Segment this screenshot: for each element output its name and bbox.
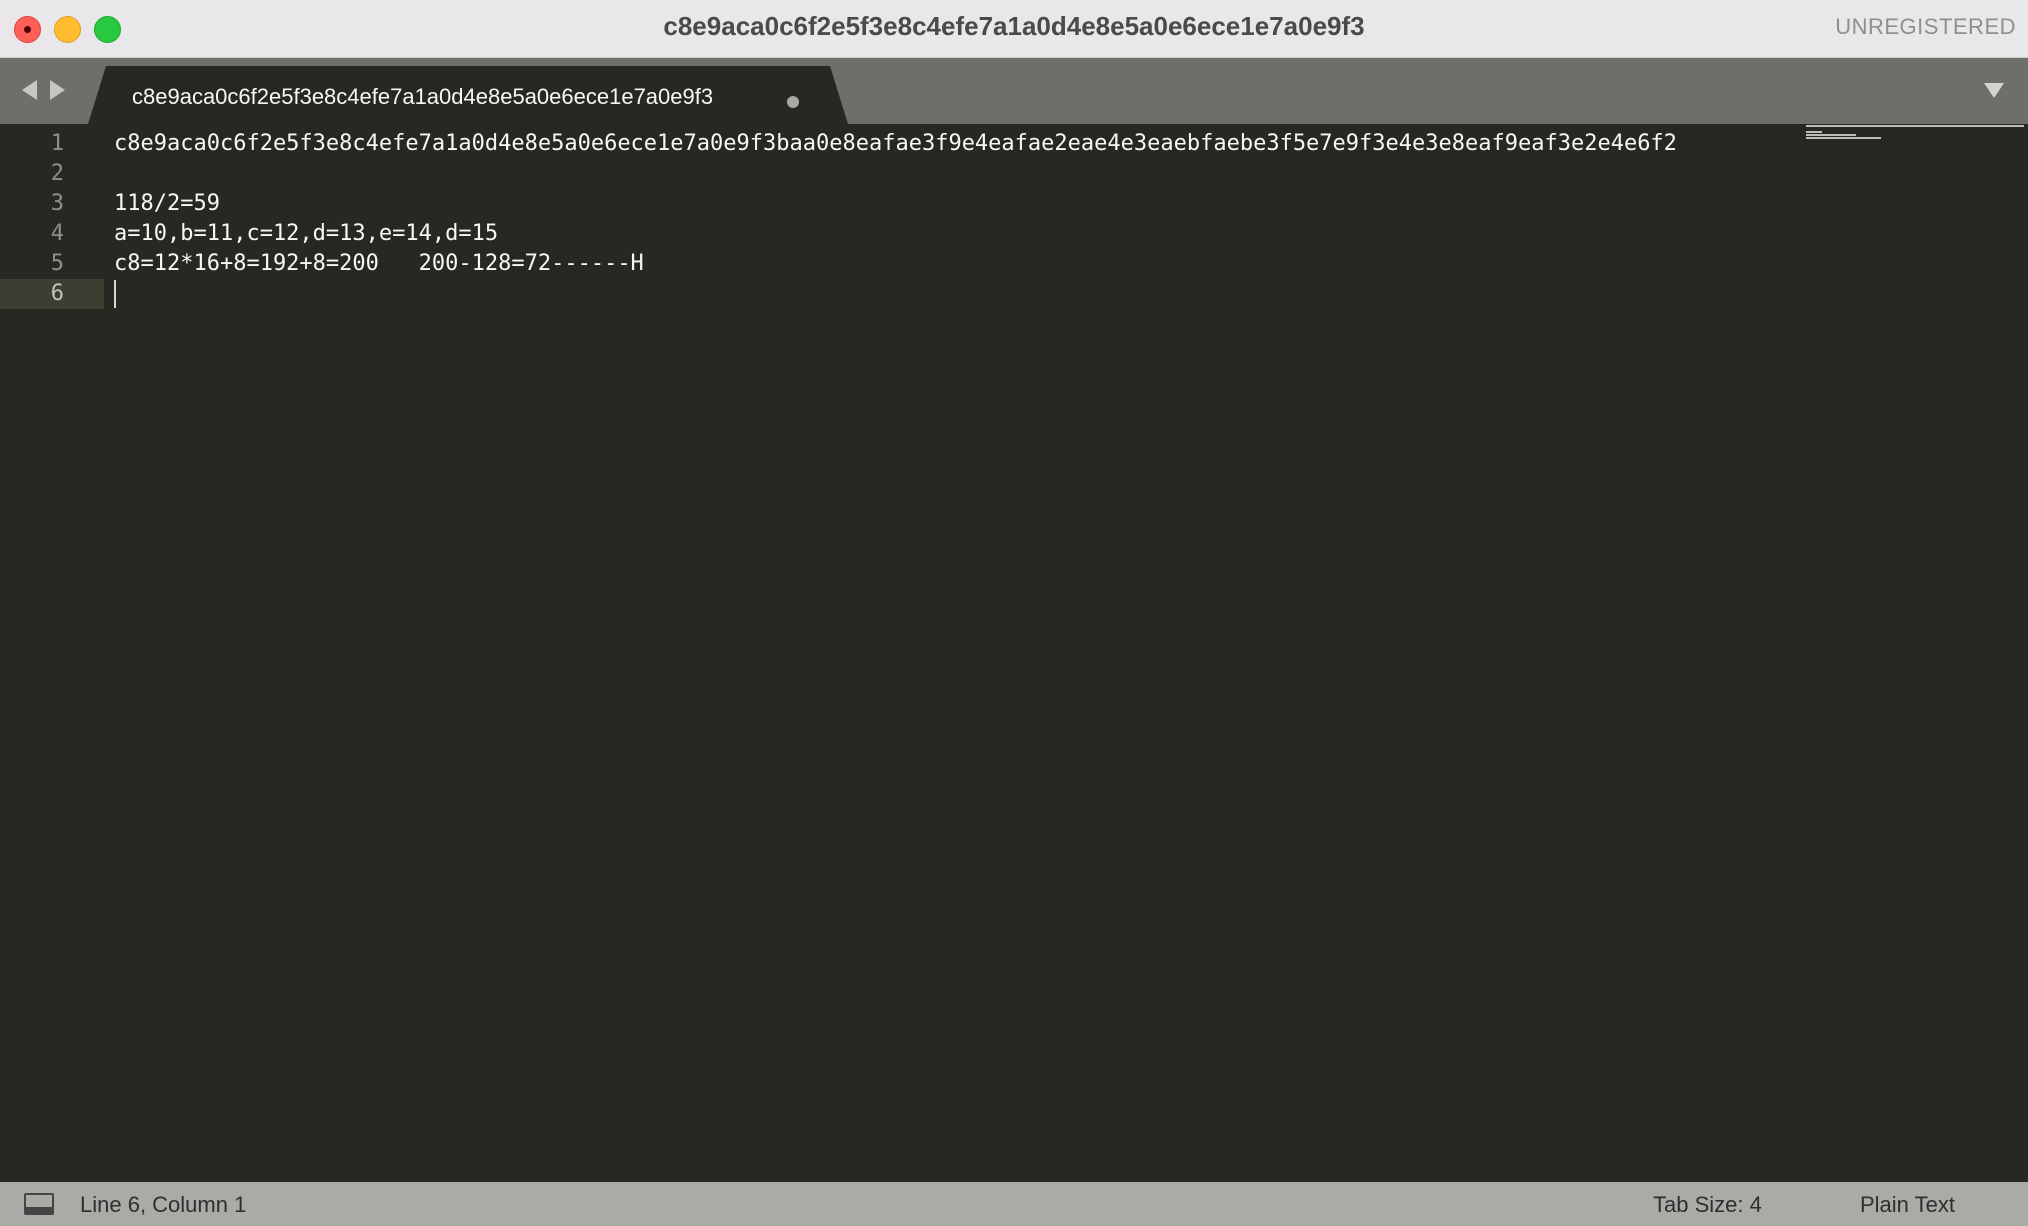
cursor-position: Line 6, Column 1 xyxy=(80,1192,247,1217)
sublime-text-window: c8e9aca0c6f2e5f3e8c4efe7a1a0d4e8e5a0e6ec… xyxy=(0,0,2028,1226)
minimap-line xyxy=(1806,137,1881,139)
window-title: c8e9aca0c6f2e5f3e8c4efe7a1a0d4e8e5a0e6ec… xyxy=(663,11,1365,41)
arrow-right-icon[interactable] xyxy=(50,80,65,100)
tab-label: c8e9aca0c6f2e5f3e8c4efe7a1a0d4e8e5a0e6ec… xyxy=(132,84,714,109)
status-bar: Line 6, Column 1 Tab Size: 4 Plain Text xyxy=(0,1182,2028,1226)
minimap-line xyxy=(1806,125,2024,127)
text-cursor xyxy=(114,280,116,308)
minimap-line xyxy=(1806,134,1856,136)
editor-area[interactable]: 1 2 3 4 5 6 c8e9aca0c6f2e5f3e8c4efe7a1a0… xyxy=(0,124,2028,1182)
syntax-selector[interactable]: Plain Text xyxy=(1860,1192,1955,1218)
line-number-gutter: 1 2 3 4 5 6 xyxy=(0,124,104,1182)
minimap-line xyxy=(1806,131,1822,133)
tab-active-file[interactable]: c8e9aca0c6f2e5f3e8c4efe7a1a0d4e8e5a0e6ec… xyxy=(88,66,848,124)
arrow-left-icon[interactable] xyxy=(22,80,37,100)
panel-toggle-icon[interactable] xyxy=(24,1193,54,1215)
minimap[interactable] xyxy=(1806,124,2024,148)
line-number: 2 xyxy=(50,161,64,186)
code-line[interactable]: c8e9aca0c6f2e5f3e8c4efe7a1a0d4e8e5a0e6ec… xyxy=(114,129,1677,159)
tab-size-selector[interactable]: Tab Size: 4 xyxy=(1653,1192,1762,1218)
code-line[interactable]: a=10,b=11,c=12,d=13,e=14,d=15 xyxy=(114,219,498,249)
line-number: 1 xyxy=(50,131,64,156)
unsaved-dot-icon[interactable] xyxy=(787,96,799,108)
unregistered-label: UNREGISTERED xyxy=(1835,14,2016,39)
code-line[interactable]: c8=12*16+8=192+8=200 200-128=72------H xyxy=(114,249,644,279)
chevron-down-icon[interactable] xyxy=(1984,83,2004,98)
line-number: 3 xyxy=(50,191,64,216)
line-number: 4 xyxy=(50,221,64,246)
tab-bar: c8e9aca0c6f2e5f3e8c4efe7a1a0d4e8e5a0e6ec… xyxy=(0,58,2028,124)
line-number: 5 xyxy=(50,251,64,276)
active-line-number: 6 xyxy=(0,279,104,309)
code-line[interactable]: 118/2=59 xyxy=(114,189,220,219)
title-bar[interactable]: c8e9aca0c6f2e5f3e8c4efe7a1a0d4e8e5a0e6ec… xyxy=(0,0,2028,58)
